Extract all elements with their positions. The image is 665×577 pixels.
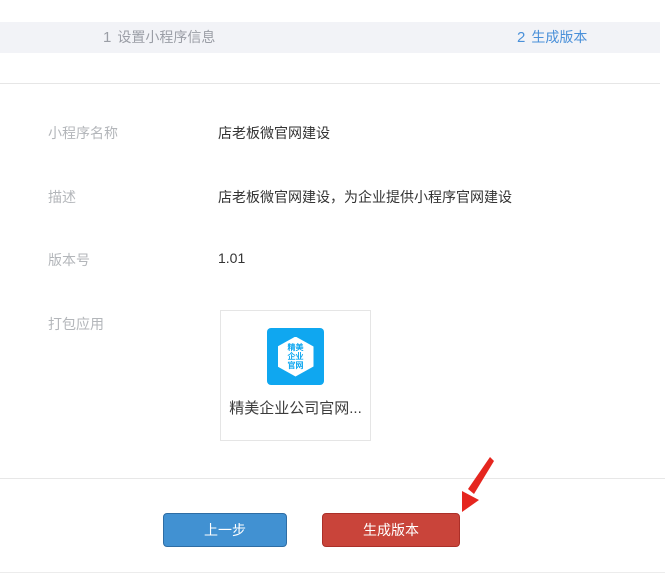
header-divider (0, 83, 660, 84)
app-icon: 精美 企业 官网 (267, 328, 324, 385)
page-bottom-divider (0, 572, 665, 573)
hexagon-icon: 精美 企业 官网 (278, 337, 314, 377)
app-name: 精美企业公司官网... (229, 397, 362, 418)
field-label-description: 描述 (48, 187, 76, 207)
step-label: 生成版本 (531, 29, 587, 45)
step-set-miniprogram-info[interactable]: 1 设置小程序信息 (103, 22, 215, 53)
packaged-app-card[interactable]: 精美 企业 官网 精美企业公司官网... (220, 310, 371, 441)
field-label-version: 版本号 (48, 250, 90, 270)
hexagon-icon-text: 官网 (288, 361, 304, 370)
step-number: 2 (517, 29, 525, 46)
step-generate-version[interactable]: 2 生成版本 (517, 22, 587, 53)
hexagon-icon-text: 精美 (288, 343, 304, 352)
step-label: 设置小程序信息 (117, 29, 215, 45)
field-value-version: 1.01 (218, 250, 245, 266)
wizard-step-bar: 1 设置小程序信息 2 生成版本 (0, 22, 660, 53)
field-label-packaged-app: 打包应用 (48, 314, 104, 334)
hexagon-icon-text: 企业 (288, 352, 304, 361)
field-label-name: 小程序名称 (48, 123, 118, 143)
footer-divider (0, 478, 665, 479)
field-value-name: 店老板微官网建设 (218, 123, 330, 143)
generate-version-button[interactable]: 生成版本 (322, 513, 460, 547)
field-value-description: 店老板微官网建设，为企业提供小程序官网建设 (218, 187, 512, 207)
red-arrow-icon (450, 455, 500, 515)
step-number: 1 (103, 29, 111, 46)
previous-step-button[interactable]: 上一步 (163, 513, 287, 547)
